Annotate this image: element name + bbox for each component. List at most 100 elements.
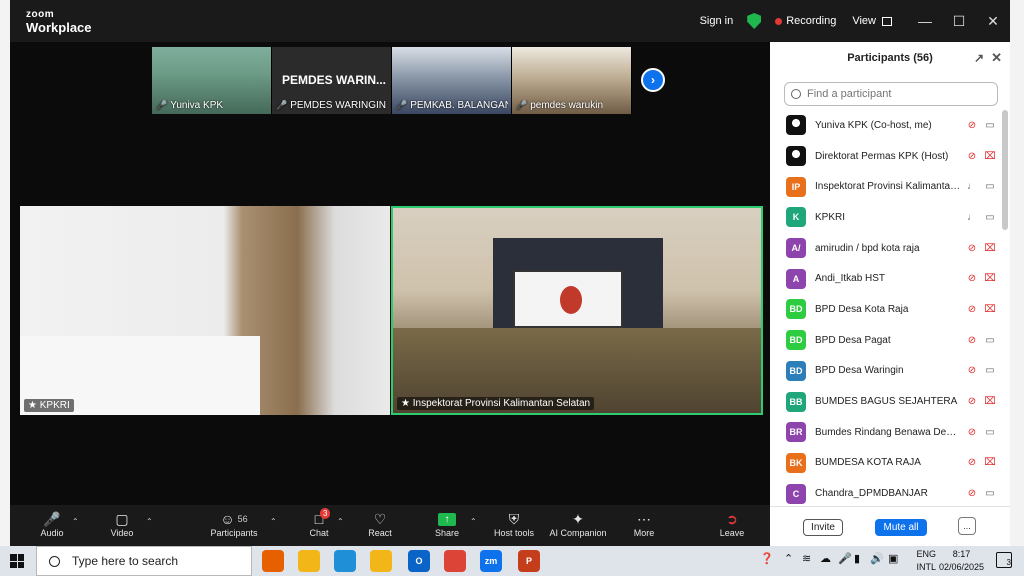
participants-button[interactable]: ☺ 56 Participants — [208, 510, 260, 538]
windows-start-icon[interactable] — [10, 554, 24, 568]
audio-button[interactable]: 🎤 Audio — [38, 510, 66, 539]
chevron-right-icon: › — [651, 73, 655, 87]
panel-scrollbar[interactable] — [1002, 110, 1008, 230]
camera-off-icon[interactable]: ⌧ — [983, 457, 997, 468]
video-tile-left[interactable]: ★ KPKRI — [20, 206, 390, 415]
camera-icon[interactable]: ▭ — [983, 212, 997, 223]
host-tools-button[interactable]: ⛨ Host tools — [490, 510, 538, 539]
mic-off-icon[interactable]: ⊘ — [965, 273, 979, 284]
mic-off-icon[interactable]: ⊘ — [965, 488, 979, 499]
shield-icon[interactable] — [747, 13, 762, 29]
display-icon[interactable]: ▣ — [888, 552, 898, 565]
participant-name: Bumdes Rindang Benawa Desa ... — [815, 426, 961, 438]
mic-off-icon[interactable]: ⊘ — [965, 243, 979, 254]
mic-icon[interactable]: ♩ — [965, 212, 979, 223]
sign-in-link[interactable]: Sign in — [700, 15, 734, 27]
mic-off-icon[interactable]: ⊘ — [965, 427, 979, 438]
close-icon[interactable]: ✕ — [991, 50, 1002, 66]
participant-row[interactable]: IP Inspektorat Provinsi Kalimantan... ♩ ▭ — [770, 171, 1002, 202]
thumbnail-video[interactable]: 🎤 pemdes warukin — [512, 47, 632, 114]
mic-off-icon[interactable]: ⊘ — [965, 365, 979, 376]
camera-icon[interactable]: ▭ — [983, 335, 997, 346]
maximize-button[interactable]: ☐ — [942, 0, 976, 42]
participant-row[interactable]: BR Bumdes Rindang Benawa Desa ... ⊘ ▭ — [770, 417, 1002, 448]
taskbar-app-file-explorer[interactable] — [298, 550, 320, 572]
participant-row[interactable]: A Andi_Itkab HST ⊘ ⌧ — [770, 263, 1002, 294]
search-input[interactable] — [807, 88, 987, 100]
react-button[interactable]: ♡ React — [366, 510, 394, 539]
chat-button[interactable]: □ 3 Chat — [306, 508, 332, 538]
mic-off-icon[interactable]: ⊘ — [965, 335, 979, 346]
taskbar-search[interactable]: Type here to search — [36, 546, 252, 576]
recording-label: Recording — [786, 15, 837, 27]
chat-options-caret[interactable]: ⌃ — [337, 517, 344, 526]
mic-off-icon[interactable]: ⊘ — [965, 304, 979, 315]
taskbar-app-media-player[interactable] — [370, 550, 392, 572]
notifications-icon[interactable]: 3 — [996, 552, 1012, 568]
participant-row[interactable]: BD BPD Desa Waringin ⊘ ▭ — [770, 356, 1002, 387]
camera-off-icon[interactable]: ⌧ — [983, 273, 997, 284]
pop-out-icon[interactable]: ↗ — [974, 51, 984, 65]
share-button[interactable]: ↑ Share — [434, 510, 460, 538]
participant-row[interactable]: BD BPD Desa Kota Raja ⊘ ⌧ — [770, 294, 1002, 325]
camera-icon[interactable]: ▭ — [983, 181, 997, 192]
participant-row[interactable]: BD BPD Desa Pagat ⊘ ▭ — [770, 325, 1002, 356]
mic-off-icon[interactable]: ⊘ — [965, 457, 979, 468]
view-button[interactable]: View — [852, 15, 892, 27]
clock[interactable]: 8:17 02/06/2025 — [939, 548, 984, 574]
participant-row[interactable]: A/amirudin / bpd kota raja ⊘ ⌧ — [770, 233, 1002, 264]
taskbar-app-outlook[interactable]: O — [408, 550, 430, 572]
mic-off-icon[interactable]: ⊘ — [965, 120, 979, 131]
taskbar-app-edge[interactable] — [334, 550, 356, 572]
thumbnail-video[interactable]: PEMDES WARIN... 🎤PEMDES WARINGIN T... — [272, 47, 392, 114]
participant-row[interactable]: Direktorat Permas KPK (Host) ⊘ ⌧ — [770, 141, 1002, 172]
mic-off-icon[interactable]: ⊘ — [965, 151, 979, 162]
network-icon[interactable]: ≋ — [802, 552, 811, 565]
taskbar-app-zoom[interactable]: zm — [480, 550, 502, 572]
camera-icon[interactable]: ▭ — [983, 365, 997, 376]
more-button[interactable]: ⋯ More — [630, 510, 658, 539]
taskbar-app-powerpoint[interactable]: P — [518, 550, 540, 572]
help-icon[interactable]: ❓ — [760, 552, 774, 565]
more-options-button[interactable]: ... — [958, 517, 976, 535]
participant-row[interactable]: BB BUMDES BAGUS SEJAHTERA ⊘ ⌧ — [770, 386, 1002, 417]
mic-icon[interactable]: ♩ — [965, 181, 979, 192]
mic-off-icon[interactable]: ⊘ — [965, 396, 979, 407]
mute-all-button[interactable]: Mute all — [875, 519, 927, 536]
recording-indicator[interactable]: Recording — [775, 15, 836, 27]
camera-off-icon[interactable]: ⌧ — [983, 396, 997, 407]
ai-companion-button[interactable]: ✦ AI Companion — [546, 510, 610, 539]
taskbar-app-chrome[interactable] — [444, 550, 466, 572]
chevron-up-icon[interactable]: ⌃ — [784, 552, 793, 565]
next-page-button[interactable]: › — [641, 68, 665, 92]
participant-row[interactable]: BK BUMDESA KOTA RAJA ⊘ ⌧ — [770, 448, 1002, 479]
video-options-caret[interactable]: ⌃ — [146, 517, 153, 526]
thumbnail-video[interactable]: 🎤 Yuniva KPK — [152, 47, 272, 114]
mic-icon[interactable]: 🎤 — [838, 552, 852, 565]
share-options-caret[interactable]: ⌃ — [470, 517, 477, 526]
participant-row[interactable]: C Chandra_DPMDBANJAR ⊘ ▭ — [770, 478, 1002, 509]
language-indicator[interactable]: ENG INTL — [916, 548, 936, 574]
cloud-icon[interactable]: ☁ — [820, 552, 831, 565]
participant-row[interactable]: Yuniva KPK (Co-host, me) ⊘ ▭ — [770, 110, 1002, 141]
minimize-button[interactable]: — — [908, 0, 942, 42]
camera-off-icon[interactable]: ⌧ — [983, 151, 997, 162]
camera-icon[interactable]: ▭ — [983, 120, 997, 131]
volume-icon[interactable]: 🔊 — [870, 552, 884, 565]
leave-button[interactable]: ➲ Leave — [718, 510, 746, 539]
thumbnail-video[interactable]: 🎤PEMKAB. BALANGAN ... — [392, 47, 512, 114]
audio-options-caret[interactable]: ⌃ — [72, 517, 79, 526]
invite-button[interactable]: Invite — [803, 519, 843, 536]
participant-search[interactable] — [784, 82, 998, 106]
camera-off-icon[interactable]: ⌧ — [983, 243, 997, 254]
video-button[interactable]: ▢ Video — [108, 510, 136, 539]
camera-icon[interactable]: ▭ — [983, 427, 997, 438]
participant-row[interactable]: K KPKRI ♩ ▭ — [770, 202, 1002, 233]
taskbar-app-firefox[interactable] — [262, 550, 284, 572]
close-window-button[interactable]: ✕ — [976, 0, 1010, 42]
video-tile-right[interactable]: ★ Inspektorat Provinsi Kalimantan Selata… — [391, 206, 763, 415]
battery-icon[interactable]: ▮ — [854, 552, 860, 565]
participants-options-caret[interactable]: ⌃ — [270, 517, 277, 526]
camera-icon[interactable]: ▭ — [983, 488, 997, 499]
camera-off-icon[interactable]: ⌧ — [983, 304, 997, 315]
